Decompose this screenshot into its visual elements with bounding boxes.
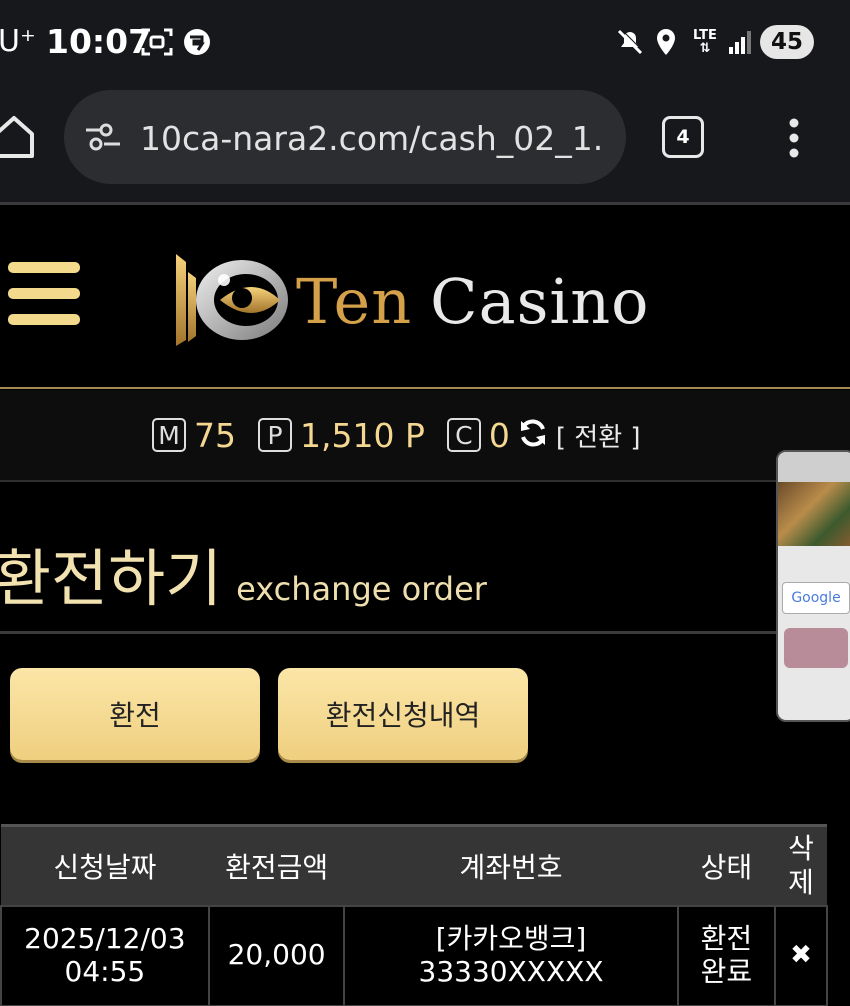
- money-balance: 75: [194, 415, 236, 455]
- casino-balance: 0: [488, 415, 510, 455]
- page-title-korean: 환전하기: [0, 542, 223, 615]
- point-balance: 1,510 P: [300, 415, 425, 455]
- preview-header: [778, 452, 850, 482]
- balance-row: M 75 P 1,510 P C 0 [ 전환 ]: [152, 414, 641, 456]
- status-line-1: 환전: [700, 922, 753, 956]
- account-number: 33330XXXXX: [418, 954, 604, 988]
- header-delete-2: 제: [788, 865, 814, 899]
- status-line-2: 완료: [700, 954, 753, 988]
- header-divider: [0, 387, 850, 389]
- signal-icon: [726, 26, 754, 58]
- casino-badge: C: [446, 418, 481, 452]
- address-bar[interactable]: 10ca-nara2.com/cash_02_1.: [64, 90, 626, 184]
- table-header-row: 신청날짜 환전금액 계좌번호 상태 삭 제: [1, 824, 827, 906]
- convert-link[interactable]: [ 전환 ]: [556, 417, 641, 454]
- page-title-english: exchange order: [236, 570, 487, 608]
- screenshot-icon: [140, 26, 174, 58]
- header-delete: 삭 제: [775, 824, 827, 906]
- exchange-history-table: 신청날짜 환전금액 계좌번호 상태 삭 제 2025/12/03 04:55 2…: [0, 824, 828, 1006]
- tab-switcher-button[interactable]: 4: [662, 116, 704, 158]
- balance-bar: M 75 P 1,510 P C 0 [ 전환 ]: [0, 390, 850, 482]
- site-settings-icon[interactable]: [84, 122, 122, 156]
- url-text[interactable]: 10ca-nara2.com/cash_02_1.: [140, 119, 610, 158]
- carrier-label: U⁺: [0, 24, 36, 59]
- app-notification-icon: [180, 26, 214, 58]
- cell-date: 2025/12/03 04:55: [0, 904, 210, 1006]
- status-time: 10:07: [46, 22, 152, 61]
- preview-google-logo: Google: [782, 582, 850, 614]
- location-icon: [652, 26, 680, 58]
- lte-icon: LTE ⇅: [693, 28, 717, 56]
- header-status: 상태: [677, 824, 776, 906]
- site-logo-text[interactable]: Ten Casino: [296, 265, 649, 338]
- cell-amount: 20,000: [207, 904, 346, 1006]
- point-badge: P: [258, 418, 292, 452]
- hamburger-menu-icon[interactable]: [8, 262, 82, 326]
- exchange-button[interactable]: 환전: [10, 668, 260, 760]
- status-bar: U⁺ 10:07 LTE ⇅ 45: [0, 0, 850, 84]
- preview-image: [778, 482, 850, 546]
- delete-icon[interactable]: ✖: [774, 904, 828, 1006]
- browser-toolbar: 10ca-nara2.com/cash_02_1. 4: [0, 84, 850, 202]
- header-delete-1: 삭: [788, 832, 814, 866]
- money-badge: M: [152, 418, 186, 452]
- preview-ad-image: [784, 628, 848, 668]
- home-icon[interactable]: [0, 114, 34, 164]
- header-amount: 환전금액: [208, 824, 345, 906]
- cell-status: 환전 완료: [676, 904, 777, 1006]
- header-date: 신청날짜: [1, 824, 209, 906]
- logo-ten-text: Ten: [296, 265, 413, 338]
- cell-account: [카카오뱅크] 33330XXXXX: [343, 904, 679, 1006]
- request-date: 2025/12/03: [24, 922, 186, 956]
- mute-icon: [614, 26, 646, 58]
- table-row: 2025/12/03 04:55 20,000 [카카오뱅크] 33330XXX…: [0, 904, 828, 1006]
- battery-indicator: 45: [760, 25, 814, 59]
- refresh-icon[interactable]: [518, 418, 548, 452]
- header-account: 계좌번호: [344, 824, 678, 906]
- ten-casino-logo-icon[interactable]: [172, 250, 292, 348]
- logo-casino-text: Casino: [430, 265, 650, 338]
- bank-name: [카카오뱅크]: [435, 922, 587, 956]
- request-time: 04:55: [64, 954, 146, 988]
- title-divider: [0, 631, 850, 634]
- page-title: 환전하기 exchange order: [0, 528, 487, 618]
- more-menu-icon[interactable]: [786, 118, 802, 162]
- floating-app-preview[interactable]: Google: [776, 450, 850, 722]
- exchange-history-button[interactable]: 환전신청내역: [278, 668, 528, 760]
- tab-count: 4: [676, 126, 690, 148]
- site-header: Ten Casino: [0, 205, 850, 388]
